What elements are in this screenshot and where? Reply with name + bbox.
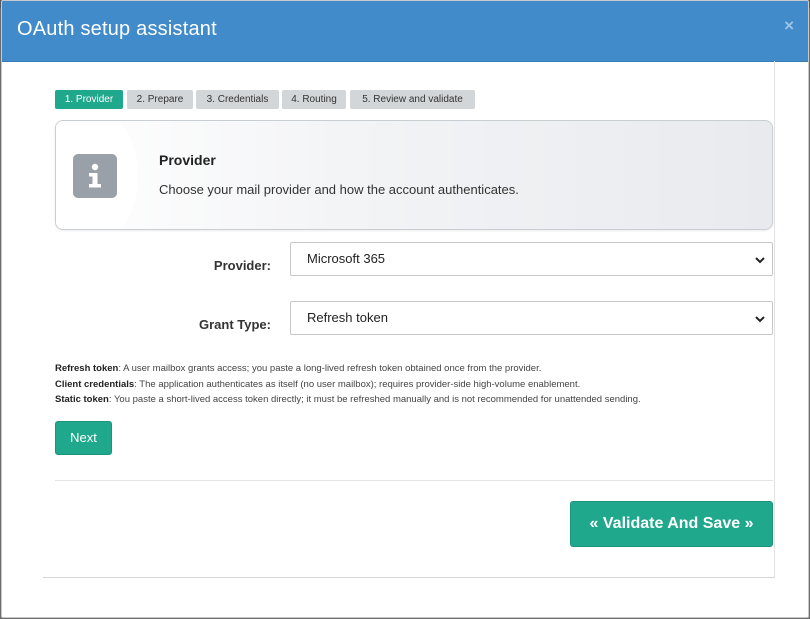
- close-icon[interactable]: ×: [784, 16, 794, 36]
- step-info-card: Provider Choose your mail provider and h…: [55, 120, 773, 230]
- provider-label: Provider:: [213, 258, 271, 273]
- help-client-credentials: Client credentials: The application auth…: [55, 377, 775, 393]
- step-credentials[interactable]: 3. Credentials: [196, 90, 279, 109]
- grant-type-label: Grant Type:: [199, 317, 271, 332]
- step-routing[interactable]: 4. Routing: [282, 90, 346, 109]
- help-term: Static token: [55, 394, 109, 405]
- help-text: : A user mailbox grants access; you past…: [118, 363, 542, 374]
- grant-type-help: Refresh token: A user mailbox grants acc…: [55, 361, 775, 408]
- dialog-header: OAuth setup assistant ×: [2, 1, 808, 62]
- step-review-and-validate[interactable]: 5. Review and validate: [350, 90, 475, 109]
- step-provider[interactable]: 1. Provider: [55, 90, 123, 109]
- dialog-title: OAuth setup assistant: [17, 18, 217, 40]
- help-text: : You paste a short-lived access token d…: [108, 394, 641, 405]
- next-button[interactable]: Next: [55, 421, 112, 455]
- footer-divider: [55, 480, 773, 481]
- card-description: Choose your mail provider and how the ac…: [159, 182, 519, 197]
- validate-and-save-button[interactable]: « Validate And Save »: [570, 501, 773, 547]
- help-refresh-token: Refresh token: A user mailbox grants acc…: [55, 361, 775, 377]
- help-static-token: Static token: You paste a short-lived ac…: [55, 392, 775, 408]
- help-text: : The application authenticates as itsel…: [134, 378, 581, 390]
- provider-select[interactable]: Microsoft 365: [290, 242, 773, 276]
- step-prepare[interactable]: 2. Prepare: [127, 90, 193, 109]
- chevron-down-icon: [755, 316, 765, 323]
- grant-type-select[interactable]: Refresh token: [290, 301, 773, 335]
- help-term: Client credentials: [55, 378, 135, 390]
- card-title: Provider: [159, 152, 216, 168]
- chevron-down-icon: [755, 257, 765, 264]
- grant-type-select-value: Refresh token: [307, 310, 388, 325]
- help-term: Refresh token: [55, 363, 119, 374]
- provider-select-value: Microsoft 365: [307, 251, 386, 266]
- info-icon: [73, 154, 117, 198]
